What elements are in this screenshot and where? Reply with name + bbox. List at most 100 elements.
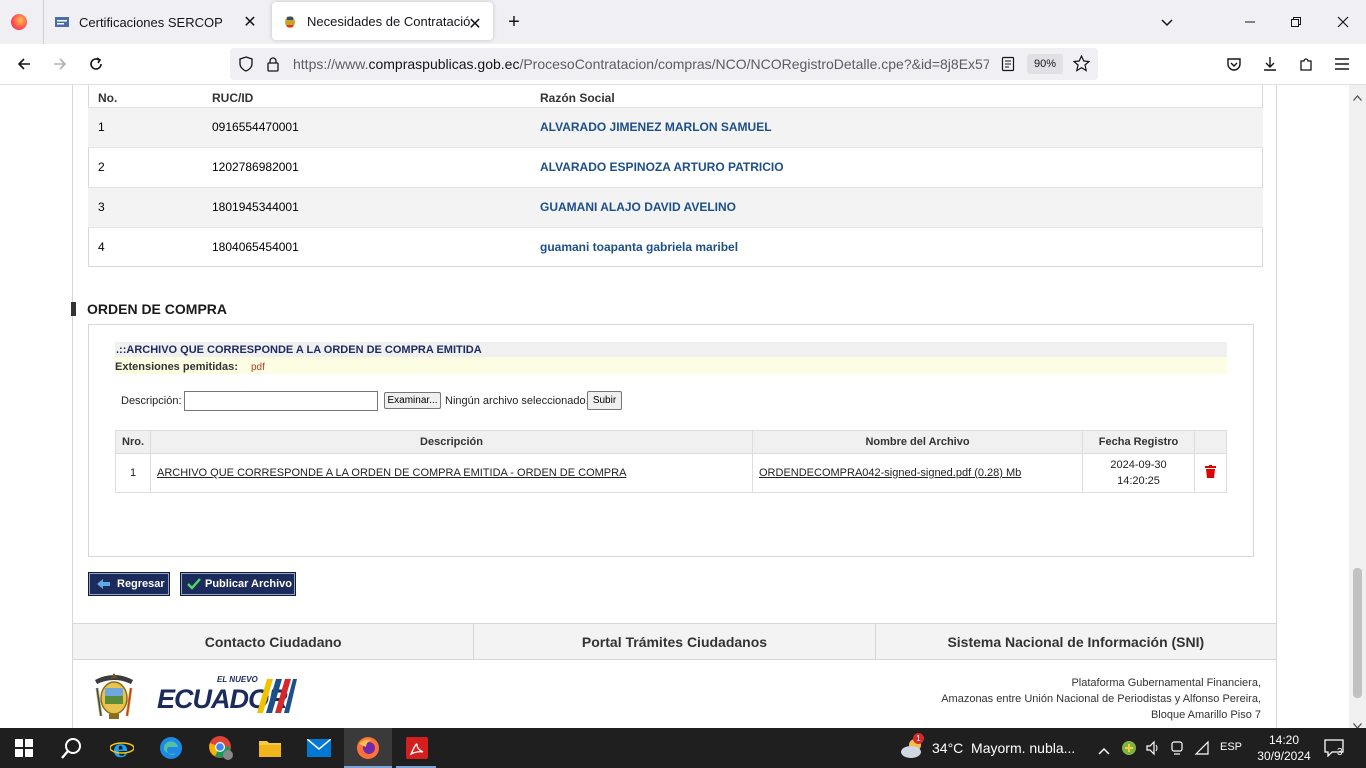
back-arrow-icon bbox=[97, 579, 110, 589]
notifications-count: 3 bbox=[1337, 747, 1343, 758]
row-no: 2 bbox=[88, 147, 202, 188]
extensions-icon[interactable] bbox=[1296, 54, 1316, 74]
files-table: Nro. Descripción Nombre del Archivo Fech… bbox=[115, 430, 1227, 493]
row-ruc: 1804065454001 bbox=[212, 240, 299, 255]
firefox-menu-icon[interactable] bbox=[11, 14, 27, 30]
reader-view-icon[interactable] bbox=[1001, 56, 1015, 77]
webcam-icon[interactable] bbox=[1170, 740, 1184, 761]
minimize-icon[interactable] bbox=[1240, 12, 1260, 32]
page-scrollbar[interactable] bbox=[1349, 85, 1366, 729]
footer-link-portal-tramites[interactable]: Portal Trámites Ciudadanos bbox=[474, 624, 876, 659]
back-button[interactable]: Regresar bbox=[88, 572, 170, 596]
document-title: .::ARCHIVO QUE CORRESPONDE A LA ORDEN DE… bbox=[115, 342, 1227, 357]
col-header-razon-social: Razón Social bbox=[530, 85, 1263, 108]
shield-icon[interactable] bbox=[238, 56, 254, 77]
provider-link[interactable]: guamani toapanta gabriela maribel bbox=[540, 240, 738, 254]
file-name-link[interactable]: ORDENDECOMPRA042-signed-signed.pdf (0.28… bbox=[759, 467, 1021, 479]
document-header: .::ARCHIVO QUE CORRESPONDE A LA ORDEN DE… bbox=[115, 342, 1227, 374]
table-row: 3 1801945344001 GUAMANI ALAJO DAVID AVEL… bbox=[88, 187, 1263, 228]
weather-icon[interactable]: 1 bbox=[899, 733, 925, 764]
trash-icon[interactable] bbox=[1205, 465, 1216, 478]
checkmark-icon bbox=[187, 578, 201, 590]
chevron-up-icon[interactable] bbox=[1098, 742, 1110, 760]
sercop-tab-icon bbox=[55, 17, 69, 27]
row-no: 1 bbox=[88, 107, 202, 148]
tab-necesidades[interactable]: Necesidades de Contratación y ✕ bbox=[272, 2, 493, 40]
address-line: Plataforma Gubernamental Financiera, bbox=[1071, 677, 1261, 689]
close-icon[interactable]: ✕ bbox=[242, 14, 258, 31]
row-ruc: 0916554470001 bbox=[202, 107, 530, 148]
forward-arrow-icon[interactable] bbox=[50, 54, 70, 74]
row-no: 3 bbox=[88, 187, 202, 228]
upload-button[interactable]: Subir bbox=[587, 391, 622, 410]
pocket-icon[interactable] bbox=[1224, 54, 1244, 74]
close-icon[interactable]: ✕ bbox=[467, 16, 483, 33]
url-prefix: https://www. bbox=[293, 56, 369, 72]
col-header-actions bbox=[1194, 430, 1227, 454]
scroll-thumb[interactable] bbox=[1353, 568, 1362, 698]
file-date: 2024-09-30 bbox=[1110, 459, 1167, 471]
providers-header-row: No. RUC/ID Razón Social bbox=[88, 85, 1263, 108]
back-button-label: Regresar bbox=[117, 578, 165, 590]
network-icon[interactable] bbox=[1194, 740, 1210, 761]
zoom-level[interactable]: 90% bbox=[1027, 54, 1063, 74]
file-nro: 1 bbox=[115, 453, 151, 493]
chrome-icon[interactable] bbox=[207, 734, 235, 762]
description-label: Descripción: bbox=[121, 395, 182, 407]
back-arrow-icon[interactable] bbox=[14, 54, 34, 74]
scroll-up-icon[interactable] bbox=[1353, 88, 1362, 106]
tab-label: Necesidades de Contratación y bbox=[307, 13, 471, 29]
provider-link[interactable]: ALVARADO JIMENEZ MARLON SAMUEL bbox=[540, 120, 772, 134]
notifications-icon[interactable]: 3 bbox=[1324, 739, 1344, 762]
bookmark-star-icon[interactable] bbox=[1072, 54, 1091, 77]
internet-explorer-icon[interactable]: e bbox=[108, 734, 136, 762]
windows-taskbar: e 1 34°C Mayorm. nubla... ESP 14:20 30/9… bbox=[0, 728, 1366, 768]
weather-badge: 1 bbox=[913, 733, 924, 744]
restore-icon[interactable] bbox=[1286, 12, 1306, 32]
address-line: Amazonas entre Unión Nacional de Periodi… bbox=[941, 693, 1261, 705]
search-icon[interactable] bbox=[58, 734, 86, 762]
provider-link[interactable]: ALVARADO ESPINOZA ARTURO PATRICIO bbox=[540, 160, 784, 174]
footer-link-contacto[interactable]: Contacto Ciudadano bbox=[73, 624, 475, 659]
hamburger-menu-icon[interactable] bbox=[1332, 54, 1352, 74]
url-domain: compraspublicas.gob.ec bbox=[368, 56, 520, 72]
file-time: 14:20:25 bbox=[1117, 475, 1160, 487]
file-date-cell: 2024-09-30 14:20:25 bbox=[1082, 453, 1195, 493]
new-tab-icon[interactable]: + bbox=[504, 11, 524, 33]
url-bar[interactable]: https://www.compraspublicas.gob.ec/Proce… bbox=[230, 48, 1098, 80]
tray-app-icon[interactable] bbox=[1121, 740, 1137, 761]
url-text[interactable]: https://www.compraspublicas.gob.ec/Proce… bbox=[293, 56, 989, 72]
publish-file-button[interactable]: Publicar Archivo bbox=[180, 572, 296, 596]
table-row: 2 1202786982001 ALVARADO ESPINOZA ARTURO… bbox=[88, 147, 1263, 188]
file-explorer-icon[interactable] bbox=[256, 734, 284, 762]
reload-icon[interactable] bbox=[86, 54, 106, 74]
weather-text[interactable]: 34°C Mayorm. nubla... bbox=[932, 740, 1075, 756]
clock[interactable]: 14:20 30/9/2024 bbox=[1254, 732, 1314, 764]
download-icon[interactable] bbox=[1260, 54, 1280, 74]
acrobat-pdf-icon[interactable] bbox=[403, 734, 431, 762]
tab-label: Certificaciones SERCOP bbox=[79, 14, 223, 30]
col-header-ruc: RUC/ID bbox=[202, 85, 530, 108]
row-ruc: 1801945344001 bbox=[202, 187, 530, 228]
tab-certificaciones[interactable]: Certificaciones SERCOP ✕ bbox=[54, 0, 268, 44]
description-input[interactable] bbox=[184, 391, 378, 411]
close-window-icon[interactable] bbox=[1333, 12, 1353, 32]
publish-button-label: Publicar Archivo bbox=[205, 578, 293, 590]
footer-link-sni[interactable]: Sistema Nacional de Información (SNI) bbox=[876, 624, 1276, 659]
language-indicator[interactable]: ESP bbox=[1220, 741, 1242, 753]
edge-icon[interactable] bbox=[157, 734, 185, 762]
speaker-icon[interactable] bbox=[1145, 740, 1161, 761]
file-actions-cell bbox=[1194, 453, 1227, 493]
main-container: No. RUC/ID Razón Social 1 0916554470001 … bbox=[71, 85, 1277, 728]
chevron-down-icon[interactable] bbox=[1157, 12, 1177, 32]
mail-icon[interactable] bbox=[305, 734, 333, 762]
clock-date: 30/9/2024 bbox=[1257, 749, 1311, 763]
table-row: 4 1804065454001 guamani toapanta gabriel… bbox=[88, 227, 1263, 267]
lock-icon[interactable] bbox=[266, 56, 280, 77]
file-description-link[interactable]: ARCHIVO QUE CORRESPONDE A LA ORDEN DE CO… bbox=[157, 467, 626, 479]
footer-address: Plataforma Gubernamental Financiera, Ama… bbox=[941, 675, 1261, 723]
firefox-icon[interactable] bbox=[354, 734, 382, 762]
windows-start-icon[interactable] bbox=[10, 734, 38, 762]
browse-button[interactable]: Examinar... bbox=[384, 392, 441, 409]
provider-link[interactable]: GUAMANI ALAJO DAVID AVELINO bbox=[540, 200, 736, 214]
